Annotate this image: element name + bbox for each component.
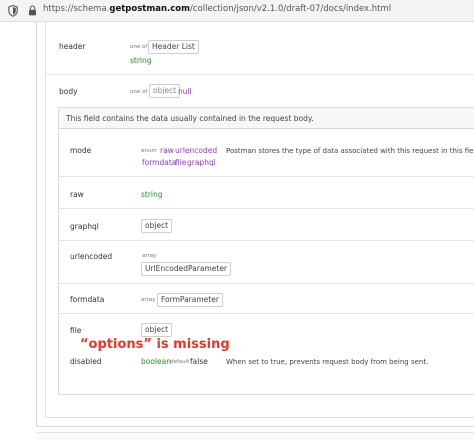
content-frame-bottom: [45, 417, 474, 418]
divider: [46, 74, 474, 75]
divider: [59, 176, 474, 177]
divider: [59, 283, 474, 284]
one-of-label: one of: [130, 44, 148, 50]
graphql-object-type[interactable]: object: [141, 219, 173, 233]
disabled-description: When set to true, prevents request body …: [226, 358, 429, 366]
field-formdata-label: formdata: [70, 295, 105, 304]
mode-description: Postman stores the type of data associat…: [226, 147, 474, 155]
body-null-type: null: [178, 87, 192, 96]
page-frame-bottom: [36, 426, 474, 427]
form-parameter-ref[interactable]: FormParameter: [157, 293, 223, 307]
field-raw-label: raw: [70, 190, 84, 199]
url-text[interactable]: https://schema.getpostman.com/collection…: [43, 4, 391, 14]
browser-address-bar[interactable]: https://schema.getpostman.com/collection…: [0, 0, 474, 22]
body-panel-header: This field contains the data usually con…: [58, 107, 474, 129]
content-frame-left: [45, 22, 46, 418]
enum-label: enum: [141, 148, 157, 154]
page-frame-left: [36, 22, 37, 427]
enum-value-graphql: graphql: [187, 158, 216, 167]
enum-value-raw: raw: [160, 146, 174, 155]
header-list-ref[interactable]: Header List: [148, 40, 199, 54]
divider: [59, 208, 474, 209]
lock-icon[interactable]: [28, 5, 37, 16]
file-object-type[interactable]: object: [141, 323, 173, 337]
next-section-edge: [36, 432, 474, 440]
field-urlencoded-label: urlencoded: [70, 252, 113, 261]
array-label: array: [142, 253, 157, 259]
array-label: array: [141, 297, 156, 303]
default-label: default: [170, 359, 190, 365]
field-header-label: header: [59, 42, 86, 51]
divider: [59, 240, 474, 241]
enum-value-urlencoded: urlencoded: [175, 146, 218, 155]
field-disabled-label: disabled: [70, 357, 102, 366]
urlencoded-parameter-ref[interactable]: UrlEncodedParameter: [141, 262, 232, 276]
field-body-label: body: [59, 87, 78, 96]
field-mode-label: mode: [70, 146, 92, 155]
raw-string-type: string: [141, 190, 163, 199]
header-string-type: string: [130, 56, 152, 65]
divider: [59, 313, 474, 314]
field-graphql-label: graphql: [70, 222, 99, 231]
missing-options-annotation: “options” is missing: [80, 337, 230, 352]
disabled-default-value: false: [190, 357, 208, 366]
body-description: This field contains the data usually con…: [66, 114, 314, 123]
field-file-label: file: [70, 326, 82, 335]
body-object-type[interactable]: object: [149, 84, 181, 98]
one-of-label: one of: [130, 89, 148, 95]
enum-value-file: file: [175, 158, 187, 167]
shield-icon[interactable]: [8, 5, 18, 17]
disabled-boolean-type: boolean: [141, 357, 171, 366]
enum-value-formdata: formdata: [142, 158, 177, 167]
